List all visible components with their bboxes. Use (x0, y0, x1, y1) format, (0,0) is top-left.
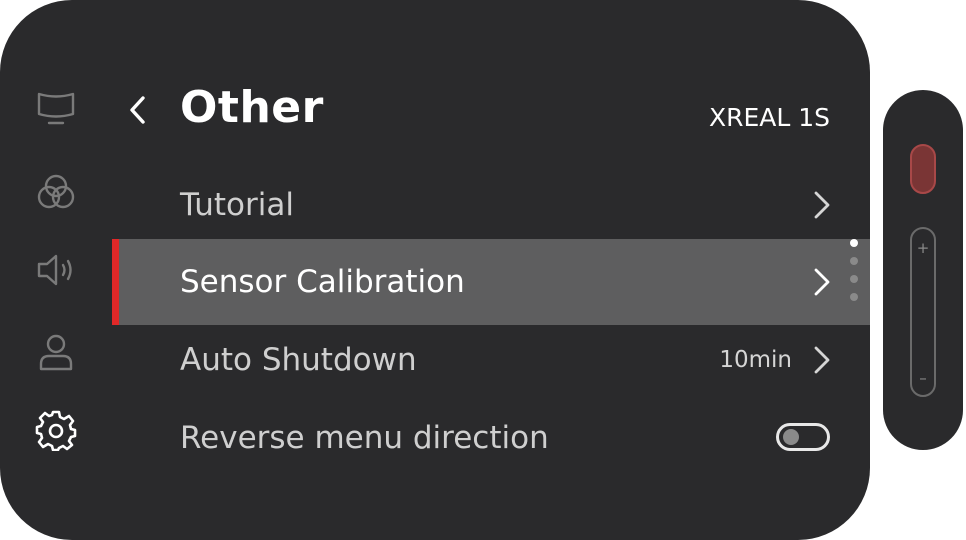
menu-item-sensor-calibration[interactable]: Sensor Calibration (112, 239, 870, 325)
menu-item-reverse-menu-direction[interactable]: Reverse menu direction (112, 395, 870, 481)
settings-panel: Other XREAL 1S Tutorial Sensor Calibrati… (0, 0, 870, 540)
toggle-knob (783, 429, 799, 445)
remote-control: + – (883, 90, 963, 450)
scroll-dot (850, 239, 858, 247)
chevron-right-icon (814, 191, 830, 219)
reverse-menu-toggle[interactable] (776, 423, 830, 451)
scroll-dot (850, 257, 858, 265)
chevron-left-icon (130, 96, 145, 124)
page-title: Other (180, 82, 324, 133)
scroll-dot (850, 293, 858, 301)
menu-item-label: Tutorial (180, 187, 294, 223)
device-name: XREAL 1S (708, 103, 830, 132)
menu-item-label: Reverse menu direction (180, 420, 549, 456)
chevron-right-icon (814, 268, 830, 296)
volume-up-label: + (916, 239, 930, 257)
display-icon[interactable] (34, 86, 78, 130)
menu-item-label: Auto Shutdown (180, 342, 417, 378)
selection-indicator (112, 239, 119, 325)
volume-down-label: – (919, 369, 927, 387)
auto-shutdown-value: 10min (719, 347, 792, 373)
menu-item-tutorial[interactable]: Tutorial (112, 162, 870, 248)
back-button[interactable] (118, 88, 158, 132)
scroll-indicator (849, 237, 859, 303)
scroll-dot (850, 275, 858, 283)
user-icon[interactable] (34, 330, 78, 374)
menu-item-auto-shutdown[interactable]: Auto Shutdown 10min (112, 317, 870, 403)
sidebar (0, 0, 112, 540)
speaker-icon[interactable] (34, 248, 78, 292)
power-button[interactable] (910, 144, 936, 194)
color-circles-icon[interactable] (34, 170, 78, 214)
chevron-right-icon (814, 346, 830, 374)
gear-icon[interactable] (34, 408, 78, 452)
menu-item-label: Sensor Calibration (180, 264, 465, 300)
volume-rocker[interactable]: + – (910, 227, 936, 397)
